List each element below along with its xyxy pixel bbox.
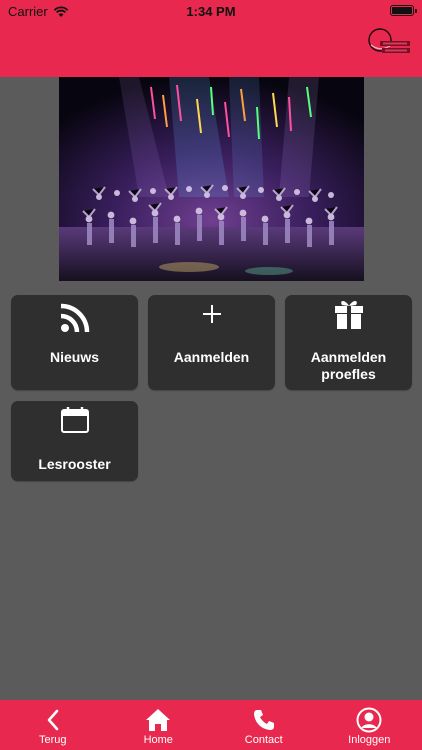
tile-lesrooster-label: Lesrooster bbox=[38, 456, 111, 472]
tile-nieuws-label: Nieuws bbox=[49, 349, 99, 365]
gift-icon bbox=[285, 298, 412, 330]
brand-logo bbox=[368, 28, 410, 53]
user-icon bbox=[356, 707, 382, 733]
status-time: 1:34 PM bbox=[186, 4, 236, 19]
tab-home-label: Home bbox=[143, 734, 173, 746]
plus-icon bbox=[148, 303, 275, 325]
tab-inloggen[interactable]: Inloggen bbox=[317, 700, 422, 750]
tab-contact[interactable]: Contact bbox=[211, 700, 317, 750]
tab-inloggen-label: Inloggen bbox=[348, 734, 391, 746]
tile-aanmelden-proefles[interactable]: Aanmelden proefles bbox=[285, 295, 412, 390]
tab-terug[interactable]: Terug bbox=[0, 700, 106, 750]
tile-aanmelden-proefles-label: Aanmelden proefles bbox=[310, 349, 387, 382]
hero-photo bbox=[59, 77, 364, 281]
calendar-icon bbox=[11, 406, 138, 434]
tile-lesrooster[interactable]: Lesrooster bbox=[11, 401, 138, 481]
home-icon bbox=[145, 708, 171, 732]
dance-stage-image bbox=[59, 77, 364, 281]
tab-contact-label: Contact bbox=[244, 734, 283, 746]
tab-home[interactable]: Home bbox=[106, 700, 212, 750]
tile-aanmelden[interactable]: Aanmelden bbox=[148, 295, 275, 390]
rss-icon bbox=[11, 303, 138, 333]
status-bar: Carrier 1:34 PM bbox=[0, 0, 422, 22]
phone-icon bbox=[252, 708, 276, 732]
tile-nieuws[interactable]: Nieuws bbox=[11, 295, 138, 390]
bottom-tab-bar: Terug Home Contact Inloggen bbox=[0, 700, 422, 750]
app-header: Carrier 1:34 PM bbox=[0, 0, 422, 77]
tile-aanmelden-label: Aanmelden bbox=[173, 349, 250, 365]
back-icon bbox=[46, 708, 60, 732]
tab-terug-label: Terug bbox=[38, 734, 67, 746]
battery-icon bbox=[390, 5, 417, 16]
